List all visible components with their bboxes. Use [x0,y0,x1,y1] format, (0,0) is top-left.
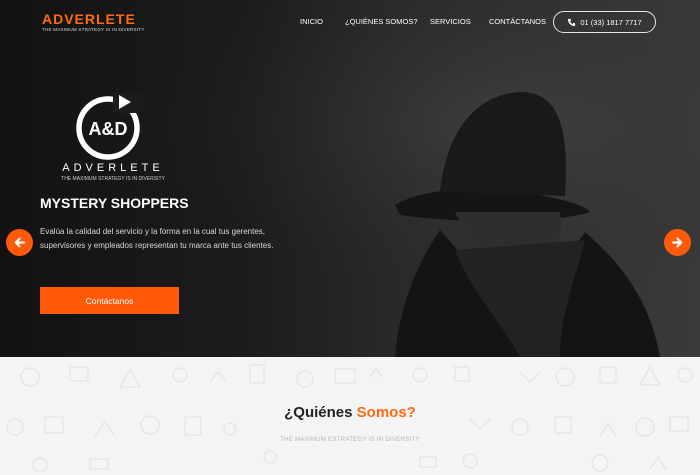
top-navigation: ADVERLETE THE MAXIMUM STRATEGY IS IN DIV… [0,0,700,45]
logo-tagline: THE MAXIMUM STRATEGY IS IN DIVERSITY [61,176,165,182]
slider-prev-button[interactable] [6,229,33,256]
phone-button[interactable]: 01 (33) 1817 7717 [553,11,656,33]
about-title-accent: Somos? [356,404,416,421]
phone-number: 01 (33) 1817 7717 [580,17,642,27]
logo-letters: A&D [89,119,128,139]
nav-item-inicio[interactable]: INICIO [300,17,323,26]
hero-title: MYSTERY SHOPPERS [40,195,189,211]
phone-icon [568,18,576,26]
nav-item-quienes-somos[interactable]: ¿QUIÉNES SOMOS? [345,17,418,26]
nav-item-servicios[interactable]: SERVICIOS [430,17,471,26]
hero-description: Evalúa la calidad del servicio y la form… [40,227,274,250]
about-section: ¿Quiénes Somos? THE MAXIMUM ESTRATEGY IS… [0,357,700,475]
contact-cta-button[interactable]: Contáctanos [40,287,179,314]
about-subtitle: THE MAXIMUM ESTRATEGY IS IN DIVERSITY [280,437,420,443]
slider-next-button[interactable] [664,229,691,256]
hero-logo: A&D ADVERLETE THE MAXIMUM STRATEGY IS IN… [40,90,180,185]
about-title: ¿Quiénes Somos? [0,404,700,421]
chevron-right-icon [672,237,683,248]
chevron-left-icon [14,237,25,248]
about-title-main: ¿Quiénes [284,404,357,421]
nav-item-contactanos[interactable]: CONTÁCTANOS [489,17,546,26]
logo-word: ADVERLETE [62,162,164,174]
ad-circle-logo-icon: A&D [76,93,143,160]
hero-banner: ADVERLETE THE MAXIMUM STRATEGY IS IN DIV… [0,0,700,357]
